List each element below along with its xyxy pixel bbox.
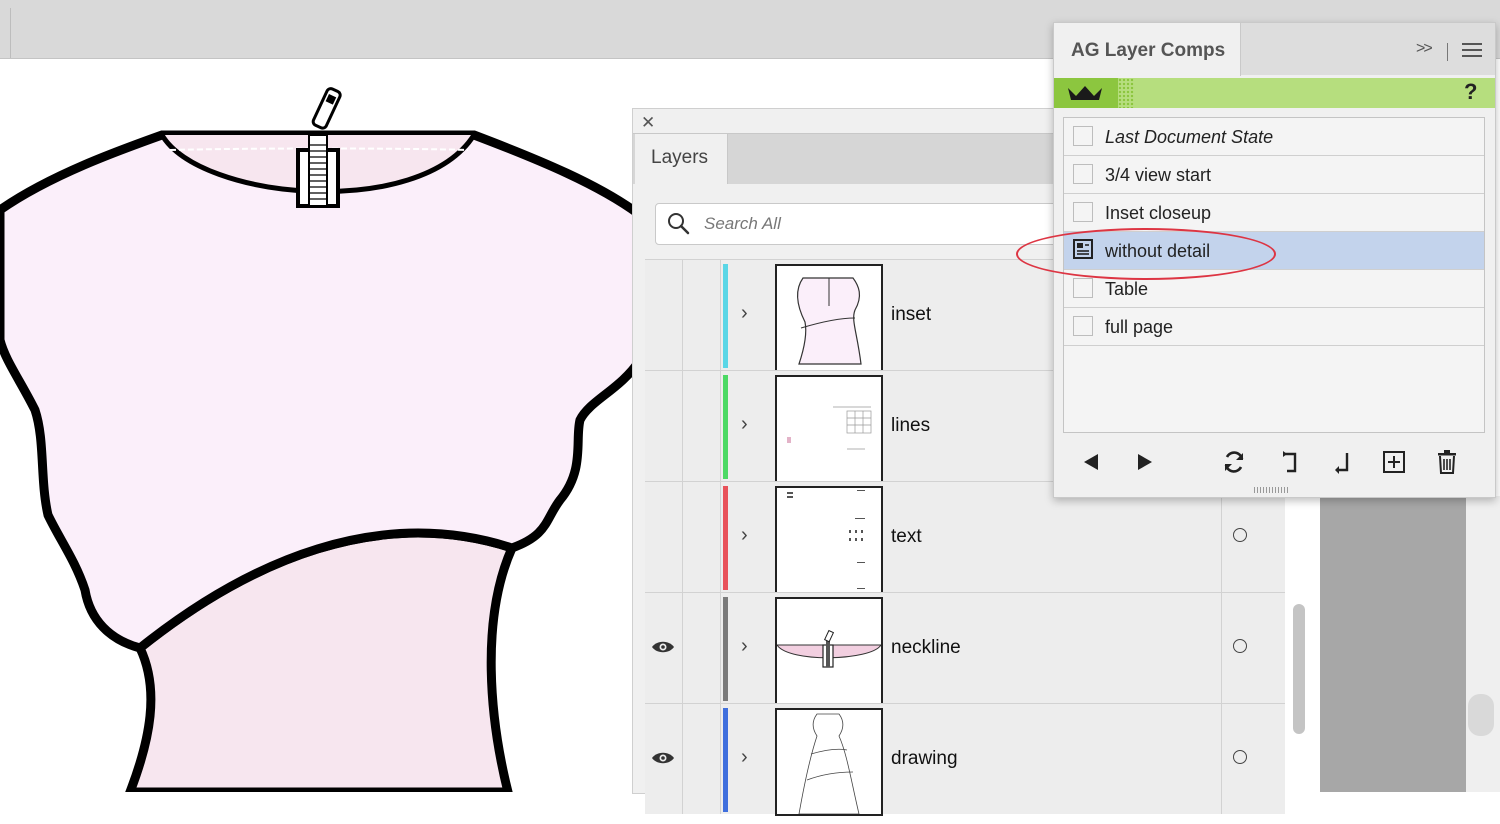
comp-checkbox[interactable]	[1073, 126, 1093, 146]
trash-icon[interactable]	[1434, 449, 1460, 475]
column-divider	[720, 704, 721, 814]
comps-toolbar	[1054, 443, 1495, 479]
layer-name: drawing	[891, 748, 958, 769]
chevron-right-icon[interactable]: ›	[741, 413, 748, 436]
layer-row-drawing[interactable]: › drawing	[645, 703, 1285, 816]
search-input[interactable]	[702, 212, 1006, 236]
visibility-toggle[interactable]	[645, 593, 682, 703]
comp-item-inset-closeup[interactable]: Inset closeup	[1064, 194, 1484, 232]
comp-item-table[interactable]: Table	[1064, 270, 1484, 308]
visibility-toggle[interactable]	[645, 482, 682, 592]
comp-label: without detail	[1105, 241, 1211, 261]
layer-name: lines	[891, 415, 931, 436]
plugin-banner: ?	[1054, 78, 1495, 108]
comp-item-without-detail[interactable]: without detail	[1064, 232, 1484, 270]
tab-layers-label: Layers	[651, 147, 709, 168]
layer-name: text	[891, 526, 922, 547]
layer-name: neckline	[891, 637, 961, 658]
hamburger-menu-icon[interactable]	[1462, 43, 1482, 59]
crown-icon	[1068, 86, 1102, 100]
layer-color-bar	[723, 597, 728, 701]
zipper-pull	[311, 87, 342, 130]
layer-color-bar	[723, 375, 728, 479]
comp-item-3-4-view-start[interactable]: 3/4 view start	[1064, 156, 1484, 194]
comp-label: Table	[1105, 279, 1149, 299]
right-scroll-strip[interactable]	[1466, 496, 1500, 792]
comp-checkbox[interactable]	[1073, 316, 1093, 336]
tab-layers[interactable]: Layers	[635, 134, 728, 184]
apply-in-icon[interactable]	[1277, 449, 1303, 475]
column-divider	[682, 260, 683, 370]
refresh-icon[interactable]	[1221, 449, 1247, 475]
zipper-teeth	[308, 134, 328, 207]
column-divider	[682, 593, 683, 703]
target-circle-icon[interactable]	[1233, 528, 1247, 542]
layer-thumbnail	[775, 486, 883, 594]
layer-comps-panel: AG Layer Comps >> ? Last Document State …	[1053, 22, 1496, 498]
tab-ag-layer-comps-label: AG Layer Comps	[1071, 40, 1226, 61]
layer-thumbnail	[775, 708, 883, 816]
next-icon[interactable]	[1132, 449, 1158, 475]
new-comp-icon[interactable]	[1381, 449, 1407, 475]
comp-checkbox[interactable]	[1073, 278, 1093, 298]
column-divider	[720, 260, 721, 370]
layer-thumbnail	[775, 264, 883, 372]
column-divider	[682, 482, 683, 592]
comps-tab-strip: AG Layer Comps >>	[1054, 23, 1495, 76]
column-divider	[1221, 482, 1222, 592]
layer-color-bar	[723, 708, 728, 812]
comp-label: Inset closeup	[1105, 203, 1212, 223]
layer-name: inset	[891, 304, 932, 325]
layer-thumbnail	[775, 597, 883, 705]
column-divider	[1221, 593, 1222, 703]
collapse-panel-icon[interactable]: >>	[1416, 40, 1433, 58]
column-divider	[720, 482, 721, 592]
close-icon[interactable]: ✕	[641, 113, 655, 133]
scrollbar-thumb[interactable]	[1468, 694, 1494, 736]
help-icon[interactable]: ?	[1464, 79, 1477, 105]
comp-item-full-page[interactable]: full page	[1064, 308, 1484, 346]
comp-applied-icon	[1073, 239, 1093, 259]
search-icon	[668, 213, 690, 235]
banner-halftone	[1118, 78, 1134, 108]
apply-out-icon[interactable]	[1329, 449, 1355, 475]
eye-icon	[652, 641, 674, 653]
previous-icon[interactable]	[1078, 449, 1104, 475]
resize-grip-icon[interactable]	[1254, 487, 1290, 493]
tab-ag-layer-comps[interactable]: AG Layer Comps	[1054, 23, 1241, 76]
comp-checkbox[interactable]	[1073, 202, 1093, 222]
artboard-canvas[interactable]	[0, 59, 640, 792]
chevron-right-icon[interactable]: ›	[741, 746, 748, 769]
scrollbar-thumb[interactable]	[1293, 604, 1305, 734]
layer-thumbnail	[775, 375, 883, 483]
comp-label: 3/4 view start	[1105, 165, 1212, 185]
comp-label: Last Document State	[1105, 127, 1274, 147]
visibility-toggle[interactable]	[645, 704, 682, 814]
layer-color-bar	[723, 264, 728, 368]
column-divider	[682, 704, 683, 814]
pasteboard-area	[1320, 496, 1466, 792]
comp-checkbox[interactable]	[1073, 164, 1093, 184]
layer-color-bar	[723, 486, 728, 590]
toolbar-divider	[1447, 43, 1448, 61]
chevron-right-icon[interactable]: ›	[741, 302, 748, 325]
column-divider	[720, 371, 721, 481]
target-circle-icon[interactable]	[1233, 639, 1247, 653]
eye-icon	[652, 752, 674, 764]
layer-comps-list: Last Document State 3/4 view start Inset…	[1063, 117, 1485, 433]
visibility-toggle[interactable]	[645, 260, 682, 370]
column-divider	[720, 593, 721, 703]
column-divider	[682, 371, 683, 481]
chevron-right-icon[interactable]: ›	[741, 524, 748, 547]
layer-row-neckline[interactable]: › neckline	[645, 592, 1285, 705]
chevron-right-icon[interactable]: ›	[741, 635, 748, 658]
visibility-toggle[interactable]	[645, 371, 682, 481]
column-divider	[1221, 704, 1222, 814]
comp-item-last-document-state[interactable]: Last Document State	[1064, 118, 1484, 156]
garment-illustration	[0, 87, 640, 792]
target-circle-icon[interactable]	[1233, 750, 1247, 764]
comp-label: full page	[1105, 317, 1174, 337]
